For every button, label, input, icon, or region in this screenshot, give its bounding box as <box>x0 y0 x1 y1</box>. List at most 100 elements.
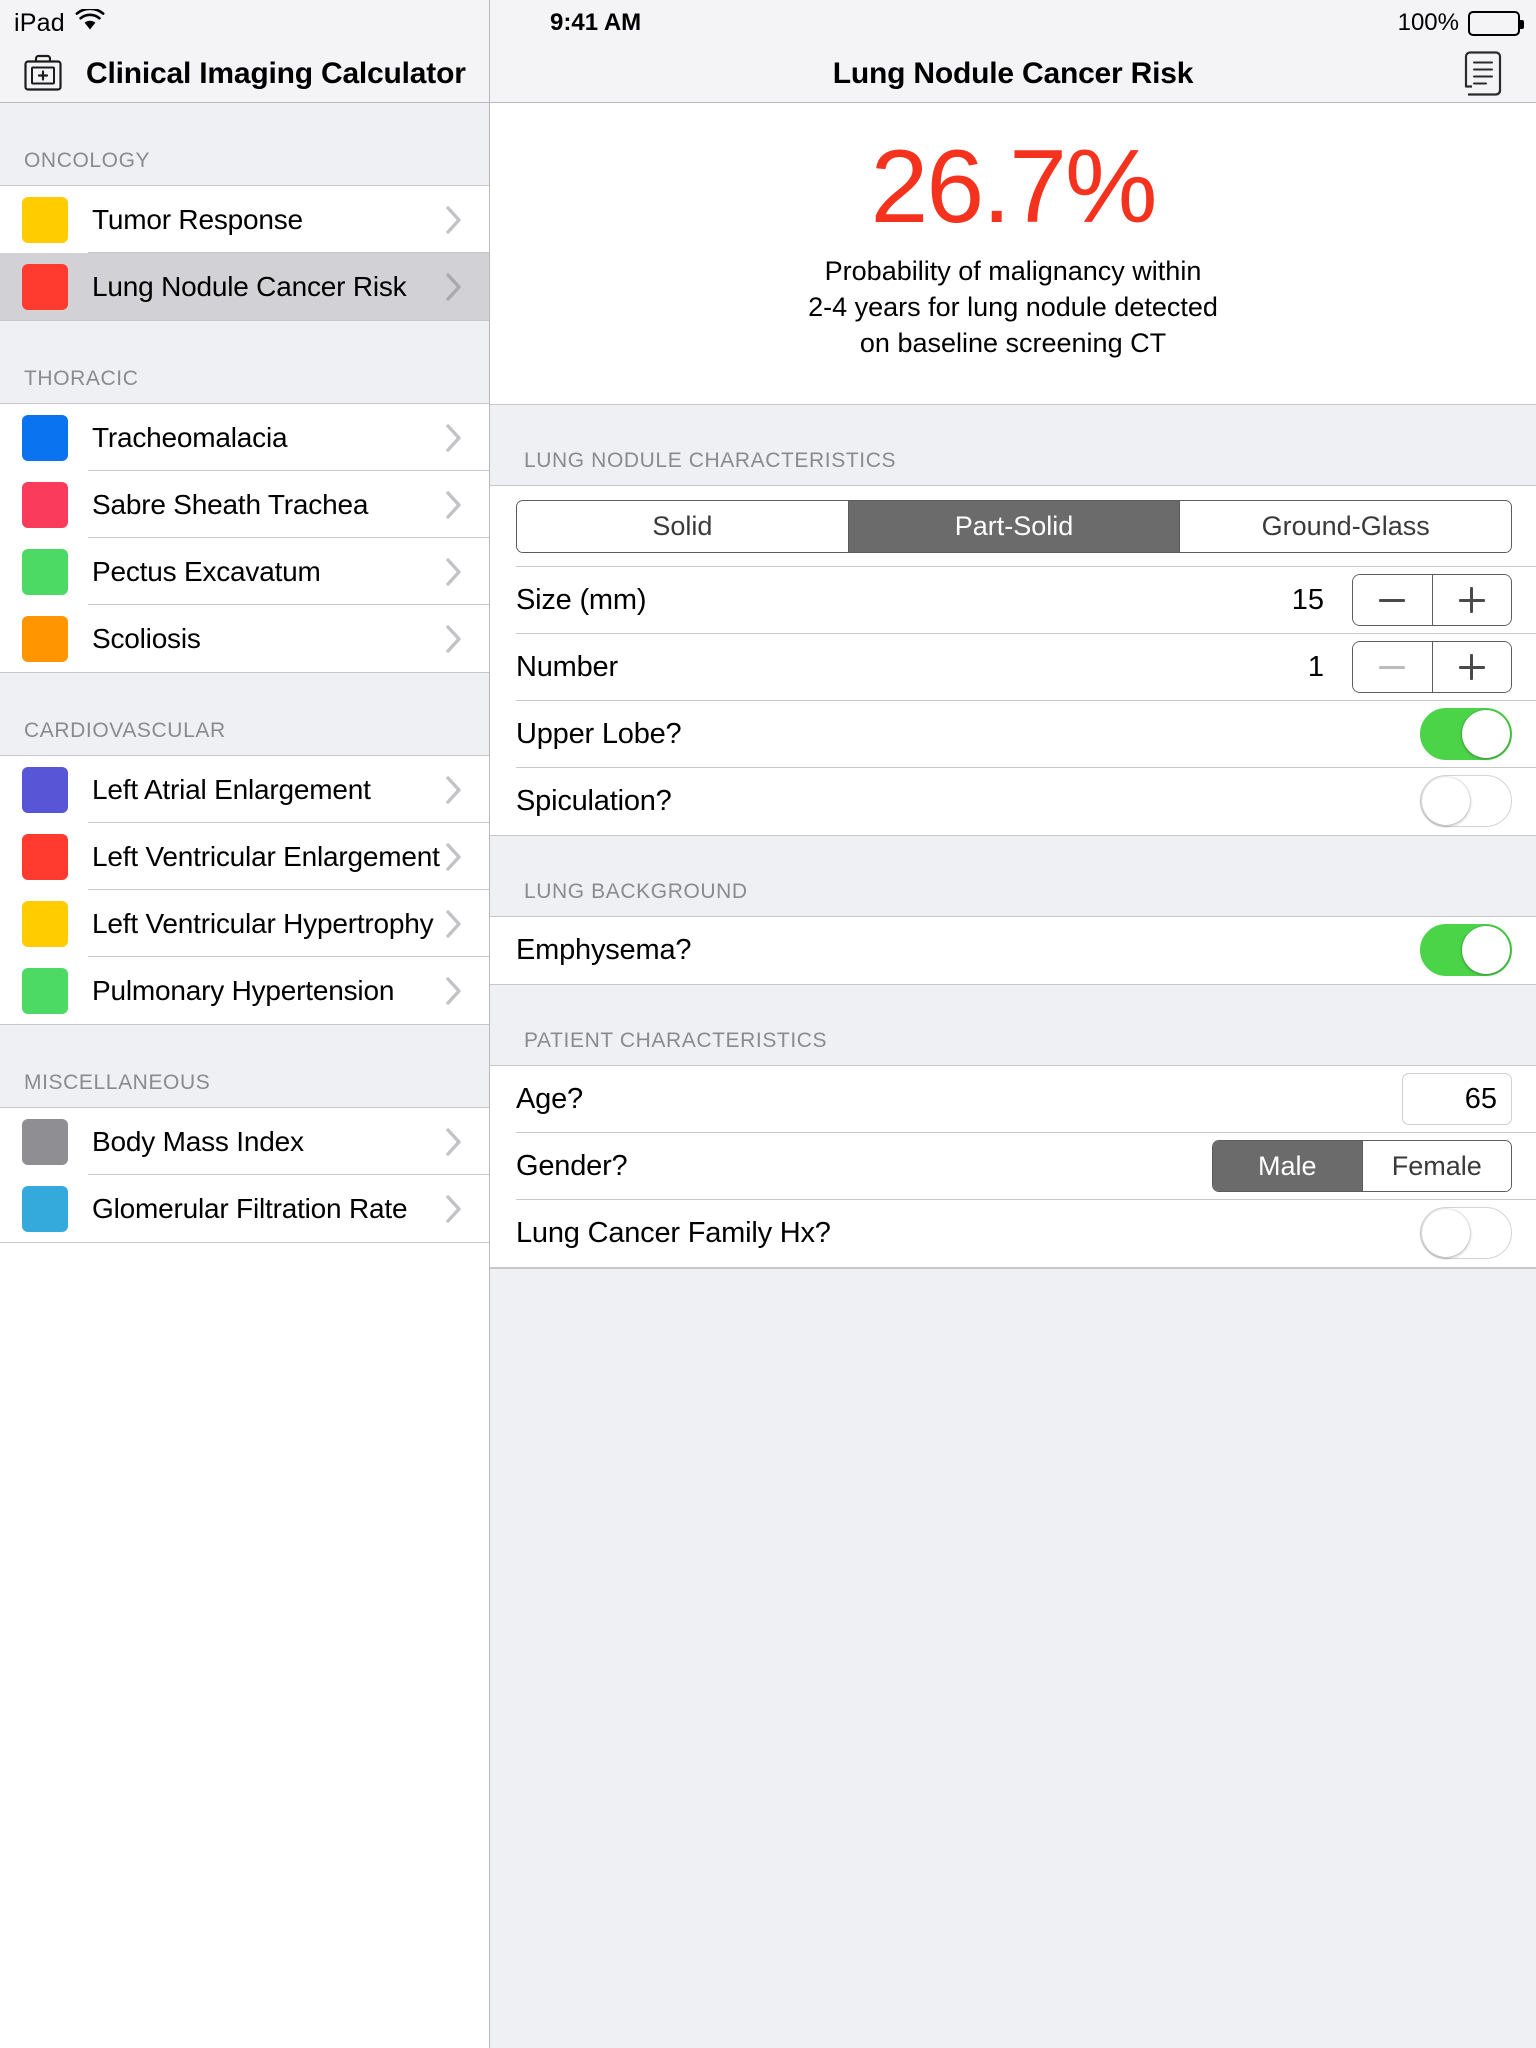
app-screen: iPad Clinical Imaging Calculator ONCOLOG… <box>0 0 1536 2048</box>
sidebar-item-sabre-sheath-trachea[interactable]: Sabre Sheath Trachea <box>0 471 489 538</box>
segment-male[interactable]: Male <box>1213 1141 1362 1192</box>
medical-bag-icon[interactable] <box>22 54 64 94</box>
size-increment-button[interactable] <box>1431 575 1511 626</box>
sidebar-item-tumor-response[interactable]: Tumor Response <box>0 186 489 253</box>
sidebar-item-body-mass-index[interactable]: Body Mass Index <box>0 1108 489 1175</box>
family-hx-label: Lung Cancer Family Hx? <box>516 1216 831 1249</box>
battery-full-icon <box>1468 10 1524 36</box>
color-swatch <box>22 548 68 595</box>
number-stepper[interactable] <box>1352 641 1512 694</box>
battery-percent-label: 100% <box>1397 9 1459 36</box>
lung-background-card: Emphysema? <box>490 915 1536 985</box>
segment-solid[interactable]: Solid <box>517 500 848 552</box>
chevron-right-icon <box>445 205 463 235</box>
app-title: Clinical Imaging Calculator <box>86 57 466 90</box>
age-row: Age? 65 <box>490 1066 1536 1133</box>
result-description-line3: on baseline screening CT <box>859 328 1167 358</box>
gender-row: Gender? Male Female <box>490 1133 1536 1200</box>
sidebar-section-header-oncology: ONCOLOGY <box>0 103 489 186</box>
upper-lobe-label: Upper Lobe? <box>516 717 682 750</box>
size-decrement-button[interactable] <box>1353 575 1432 626</box>
sidebar-empty-area <box>0 1242 489 1243</box>
nodule-characteristics-card: Solid Part-Solid Ground-Glass Size (mm) … <box>490 484 1536 836</box>
gender-label: Gender? <box>516 1149 628 1182</box>
sidebar-navbar: Clinical Imaging Calculator <box>0 46 489 103</box>
color-swatch <box>22 1118 68 1165</box>
number-value: 1 <box>1307 650 1324 683</box>
sidebar-item-tracheomalacia[interactable]: Tracheomalacia <box>0 404 489 471</box>
sidebar-item-left-ventricular-enlargement[interactable]: Left Ventricular Enlargement <box>0 823 489 890</box>
color-swatch <box>22 833 68 880</box>
patient-characteristics-card: Age? 65 Gender? Male Female Lung Cancer … <box>490 1064 1536 1268</box>
number-increment-button[interactable] <box>1431 642 1511 693</box>
size-stepper[interactable] <box>1352 574 1512 627</box>
age-input[interactable]: 65 <box>1402 1073 1512 1126</box>
detail-pane: 9:41 AM 100% Lung Nodule Cancer Risk 26.… <box>490 0 1536 2048</box>
detail-status-bar: 9:41 AM 100% <box>490 0 1536 46</box>
sidebar-item-left-atrial-enlargement[interactable]: Left Atrial Enlargement <box>0 756 489 823</box>
size-value: 15 <box>1291 583 1324 616</box>
sidebar-item-label: Body Mass Index <box>92 1125 304 1157</box>
number-label: Number <box>516 650 618 683</box>
sidebar-item-label: Sabre Sheath Trachea <box>92 488 369 520</box>
spiculation-toggle[interactable] <box>1420 775 1512 828</box>
nodule-type-row: Solid Part-Solid Ground-Glass <box>490 486 1536 567</box>
group-header-patient-characteristics: PATIENT CHARACTERISTICS <box>490 984 1536 1065</box>
sidebar-section-header-thoracic: THORACIC <box>0 320 489 404</box>
sidebar-item-label: Pulmonary Hypertension <box>92 974 395 1006</box>
family-hx-toggle[interactable] <box>1420 1207 1512 1260</box>
detail-navbar: Lung Nodule Cancer Risk <box>490 46 1536 103</box>
sidebar-list[interactable]: ONCOLOGY Tumor Response Lung Nodule Canc… <box>0 103 489 2048</box>
chevron-right-icon <box>445 624 463 654</box>
segment-part-solid[interactable]: Part-Solid <box>847 500 1180 552</box>
sidebar-item-label: Pectus Excavatum <box>92 555 321 587</box>
sidebar-item-lung-nodule-cancer-risk[interactable]: Lung Nodule Cancer Risk <box>0 253 489 320</box>
emphysema-row: Emphysema? <box>490 917 1536 984</box>
sidebar-item-left-ventricular-hypertrophy[interactable]: Left Ventricular Hypertrophy <box>0 890 489 957</box>
result-description: Probability of malignancy within 2-4 yea… <box>490 254 1536 362</box>
nodule-type-segmented-control[interactable]: Solid Part-Solid Ground-Glass <box>516 499 1512 553</box>
upper-lobe-toggle[interactable] <box>1420 708 1512 761</box>
spiculation-row: Spiculation? <box>490 768 1536 835</box>
detail-content[interactable]: 26.7% Probability of malignancy within 2… <box>490 103 1536 2048</box>
emphysema-toggle[interactable] <box>1420 924 1512 977</box>
color-swatch <box>22 615 68 662</box>
number-decrement-button[interactable] <box>1353 642 1432 693</box>
sidebar-item-pulmonary-hypertension[interactable]: Pulmonary Hypertension <box>0 957 489 1024</box>
detail-empty-area <box>490 1267 1536 1269</box>
sidebar-item-label: Scoliosis <box>92 622 201 654</box>
status-battery: 100% <box>1397 9 1524 37</box>
sidebar-item-label: Tumor Response <box>92 203 303 235</box>
color-swatch <box>22 967 68 1014</box>
sidebar-item-label: Left Atrial Enlargement <box>92 773 371 805</box>
sidebar-item-label: Tracheomalacia <box>92 421 288 453</box>
sidebar-item-label: Left Ventricular Hypertrophy <box>92 907 434 939</box>
sidebar-item-label: Lung Nodule Cancer Risk <box>92 270 407 302</box>
color-swatch <box>22 263 68 310</box>
chevron-right-icon <box>445 976 463 1006</box>
chevron-right-icon <box>445 842 463 872</box>
sidebar-item-label: Left Ventricular Enlargement <box>92 840 440 872</box>
sidebar-item-pectus-excavatum[interactable]: Pectus Excavatum <box>0 538 489 605</box>
sidebar-item-scoliosis[interactable]: Scoliosis <box>0 605 489 672</box>
chevron-right-icon <box>445 1194 463 1224</box>
color-swatch <box>22 481 68 528</box>
family-hx-row: Lung Cancer Family Hx? <box>490 1200 1536 1267</box>
document-scroll-icon[interactable] <box>1462 47 1506 102</box>
segment-female[interactable]: Female <box>1361 1141 1511 1192</box>
result-card: 26.7% Probability of malignancy within 2… <box>490 103 1536 405</box>
color-swatch <box>22 900 68 947</box>
sidebar-item-glomerular-filtration-rate[interactable]: Glomerular Filtration Rate <box>0 1175 489 1242</box>
chevron-right-icon <box>445 909 463 939</box>
gender-segmented-control[interactable]: Male Female <box>1212 1140 1512 1193</box>
color-swatch <box>22 766 68 813</box>
segment-ground-glass[interactable]: Ground-Glass <box>1179 500 1511 552</box>
age-label: Age? <box>516 1082 583 1115</box>
result-percent: 26.7% <box>870 129 1158 245</box>
emphysema-label: Emphysema? <box>516 933 692 966</box>
result-description-line2: 2-4 years for lung nodule detected <box>808 292 1218 323</box>
number-row: Number 1 <box>490 634 1536 701</box>
sidebar-section-header-miscellaneous: MISCELLANEOUS <box>0 1024 489 1108</box>
device-name: iPad <box>14 8 65 37</box>
chevron-right-icon <box>445 1127 463 1157</box>
